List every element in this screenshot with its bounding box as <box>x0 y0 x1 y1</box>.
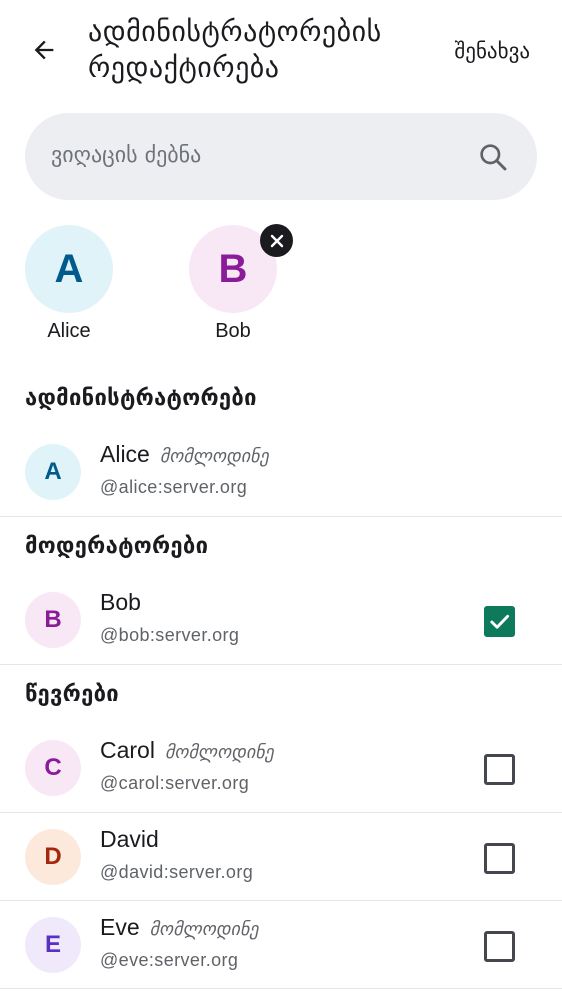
user-name-line: David <box>100 823 159 855</box>
avatar-initial: E <box>44 931 61 958</box>
avatar-initial: B <box>218 246 248 291</box>
section-header-admins: ადმინისტრატორები <box>25 386 257 411</box>
user-handle: @bob:server.org <box>100 625 240 645</box>
section-header-moderators: მოდერატორები <box>25 534 209 559</box>
search-icon <box>480 144 507 171</box>
user-name: Bob <box>100 589 141 615</box>
top-app-bar: ადმინისტრატორების რედაქტირება შენახვა <box>0 0 562 104</box>
list-item-alice: A Alice მომლოდინე @alice:server.org <box>0 428 562 516</box>
close-icon <box>270 234 283 247</box>
check-icon <box>490 614 510 629</box>
avatar: D <box>25 829 81 885</box>
divider <box>0 516 562 517</box>
search-placeholder: ვიღაცის ძებნა <box>51 143 202 168</box>
arrow-back-icon <box>34 40 54 60</box>
avatar-initial: C <box>44 754 62 781</box>
avatar: A <box>25 444 81 500</box>
user-handle: @eve:server.org <box>100 950 239 970</box>
selected-user-bob[interactable]: B Bob <box>188 224 293 345</box>
divider <box>0 664 562 665</box>
avatar-initial: A <box>54 246 84 291</box>
selected-user-alice[interactable]: A Alice <box>24 225 114 345</box>
user-name-line: Bob <box>100 586 141 618</box>
user-name: Carol <box>100 737 155 763</box>
user-name-line: Alice მომლოდინე <box>100 438 269 473</box>
list-item-carol[interactable]: C Carol მომლოდინე @carol:server.org <box>0 724 562 812</box>
user-name-line: Carol მომლოდინე <box>100 734 274 769</box>
user-handle: @david:server.org <box>100 862 254 882</box>
user-name: Eve <box>100 914 140 940</box>
page-title: ადმინისტრატორების რედაქტირება <box>88 15 382 84</box>
list-item-bob[interactable]: B Bob @bob:server.org <box>0 576 562 664</box>
list-item-eve[interactable]: E Eve მომლოდინე @eve:server.org <box>0 901 562 989</box>
section-header-members: წევრები <box>25 682 119 707</box>
pending-label: მომლოდინე <box>159 446 269 467</box>
selected-user-name: Bob <box>215 320 251 342</box>
search-input[interactable]: ვიღაცის ძებნა <box>25 113 537 200</box>
user-handle: @carol:server.org <box>100 773 250 793</box>
user-name: Alice <box>100 441 150 467</box>
checkbox-unchecked[interactable] <box>484 843 515 874</box>
avatar-initial: B <box>44 606 62 633</box>
avatar: A <box>25 225 113 313</box>
checkbox-unchecked[interactable] <box>484 754 515 785</box>
avatar: B <box>189 224 293 313</box>
avatar: B <box>25 592 81 648</box>
divider <box>0 988 562 989</box>
avatar-initial: A <box>44 458 62 485</box>
remove-user-button[interactable] <box>260 224 293 257</box>
avatar-initial: D <box>44 843 62 870</box>
user-name: David <box>100 826 159 852</box>
pending-label: მომლოდინე <box>164 742 274 763</box>
selected-user-name: Alice <box>47 320 91 342</box>
checkbox-unchecked[interactable] <box>484 931 515 962</box>
user-handle: @alice:server.org <box>100 477 248 497</box>
list-item-david[interactable]: D David @david:server.org <box>0 813 562 901</box>
save-button[interactable]: შენახვა <box>454 36 530 66</box>
checkbox-checked[interactable] <box>484 606 515 637</box>
pending-label: მომლოდინე <box>149 919 259 940</box>
selected-users-row: A Alice B Bob <box>0 222 562 352</box>
avatar: C <box>25 740 81 796</box>
user-name-line: Eve მომლოდინე <box>100 911 259 946</box>
avatar: E <box>25 917 81 973</box>
back-button[interactable] <box>24 32 64 68</box>
